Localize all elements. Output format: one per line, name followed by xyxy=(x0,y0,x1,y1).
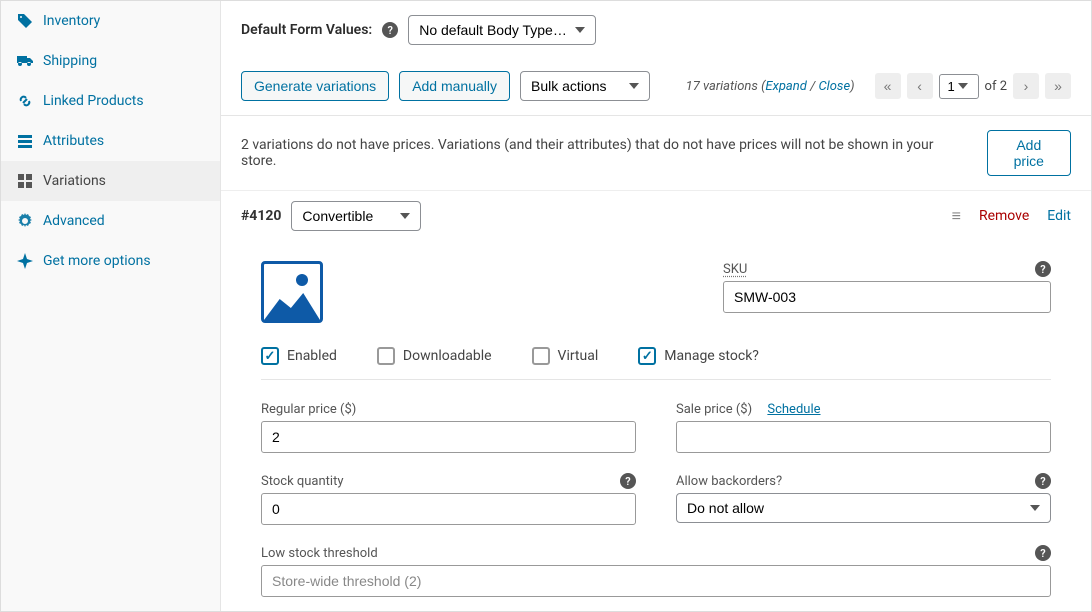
regular-price-input[interactable] xyxy=(261,421,636,453)
downloadable-checkbox[interactable]: Downloadable xyxy=(377,347,492,365)
pager-page-select[interactable]: 1 xyxy=(939,74,979,99)
sidebar-item-label: Advanced xyxy=(43,213,105,229)
drag-handle-icon[interactable]: ≡ xyxy=(952,206,961,226)
tag-icon xyxy=(17,13,33,29)
sidebar-item-label: Shipping xyxy=(43,53,97,69)
checkbox-icon xyxy=(638,347,656,365)
list-icon xyxy=(17,133,33,149)
enabled-checkbox[interactable]: Enabled xyxy=(261,347,337,365)
sale-price-label: Sale price ($) xyxy=(676,402,752,417)
bulk-actions-select[interactable]: Bulk actions xyxy=(520,71,650,101)
sku-input[interactable] xyxy=(723,281,1051,313)
help-icon[interactable]: ? xyxy=(1035,473,1051,489)
sidebar-item-linked-products[interactable]: Linked Products xyxy=(1,81,220,121)
truck-icon xyxy=(17,53,33,69)
main-panel: Default Form Values: ? No default Body T… xyxy=(221,1,1091,611)
variations-toolbar: Generate variations Add manually Bulk ac… xyxy=(221,61,1091,116)
add-manually-button[interactable]: Add manually xyxy=(399,71,510,101)
grid-icon xyxy=(17,173,33,189)
price-notice: 2 variations do not have prices. Variati… xyxy=(221,116,1091,191)
help-icon[interactable]: ? xyxy=(620,473,636,489)
sidebar-item-label: Attributes xyxy=(43,133,104,149)
checkbox-icon xyxy=(377,347,395,365)
sidebar-item-label: Inventory xyxy=(43,13,100,29)
sidebar-item-shipping[interactable]: Shipping xyxy=(1,41,220,81)
stock-qty-label: Stock quantity xyxy=(261,474,344,489)
pager-next-button[interactable]: › xyxy=(1013,73,1039,99)
pager-total: of 2 xyxy=(985,79,1007,94)
sidebar-item-attributes[interactable]: Attributes xyxy=(1,121,220,161)
variation-panel: SKU ? Enabled Downloadable Virtual xyxy=(221,241,1091,611)
sidebar-item-label: Linked Products xyxy=(43,93,144,109)
notice-text: 2 variations do not have prices. Variati… xyxy=(241,137,963,169)
sidebar-item-advanced[interactable]: Advanced xyxy=(1,201,220,241)
help-icon[interactable]: ? xyxy=(382,22,398,38)
sidebar-item-variations[interactable]: Variations xyxy=(1,161,220,201)
close-link[interactable]: Close xyxy=(818,79,850,94)
default-form-row: Default Form Values: ? No default Body T… xyxy=(221,1,1091,61)
checkbox-icon xyxy=(532,347,550,365)
backorders-select[interactable]: Do not allow xyxy=(676,493,1051,523)
low-stock-label: Low stock threshold xyxy=(261,546,378,561)
remove-variation-link[interactable]: Remove xyxy=(979,208,1029,224)
manage-stock-checkbox[interactable]: Manage stock? xyxy=(638,347,759,365)
expand-link[interactable]: Expand xyxy=(765,79,806,94)
pager-last-button[interactable]: » xyxy=(1045,73,1071,99)
help-icon[interactable]: ? xyxy=(1035,261,1051,277)
sidebar-item-inventory[interactable]: Inventory xyxy=(1,1,220,41)
stock-qty-input[interactable] xyxy=(261,493,636,525)
default-form-select[interactable]: No default Body Type… xyxy=(408,15,596,45)
pager-first-button[interactable]: « xyxy=(875,73,901,99)
sidebar-item-label: Variations xyxy=(43,173,106,189)
virtual-checkbox[interactable]: Virtual xyxy=(532,347,599,365)
sidebar-item-label: Get more options xyxy=(43,253,151,269)
backorders-label: Allow backorders? xyxy=(676,474,782,489)
pager: « ‹ 1 of 2 › » xyxy=(875,73,1071,99)
link-icon xyxy=(17,93,33,109)
checkbox-icon xyxy=(261,347,279,365)
product-data-sidebar: Inventory Shipping Linked Products Attri… xyxy=(1,1,221,611)
variation-flags: Enabled Downloadable Virtual Manage stoc… xyxy=(261,347,1051,380)
variation-attribute-select[interactable]: Convertible xyxy=(291,201,421,231)
variation-count: 17 variations (Expand / Close) xyxy=(686,79,855,94)
pager-prev-button[interactable]: ‹ xyxy=(907,73,933,99)
add-price-button[interactable]: Add price xyxy=(987,130,1071,176)
regular-price-label: Regular price ($) xyxy=(261,402,356,417)
gear-icon xyxy=(17,213,33,229)
default-form-label: Default Form Values: xyxy=(241,22,372,38)
schedule-link[interactable]: Schedule xyxy=(767,402,820,417)
sku-label: SKU xyxy=(723,262,747,277)
low-stock-input[interactable] xyxy=(261,565,1051,597)
sparkle-icon xyxy=(17,253,33,269)
sidebar-item-more-options[interactable]: Get more options xyxy=(1,241,220,281)
edit-variation-link[interactable]: Edit xyxy=(1047,208,1071,224)
generate-variations-button[interactable]: Generate variations xyxy=(241,71,389,101)
variation-image-placeholder[interactable] xyxy=(261,261,323,323)
sale-price-input[interactable] xyxy=(676,421,1051,453)
help-icon[interactable]: ? xyxy=(1035,545,1051,561)
variation-header: #4120 Convertible ≡ Remove Edit xyxy=(221,191,1091,241)
variation-id: #4120 xyxy=(241,208,281,224)
